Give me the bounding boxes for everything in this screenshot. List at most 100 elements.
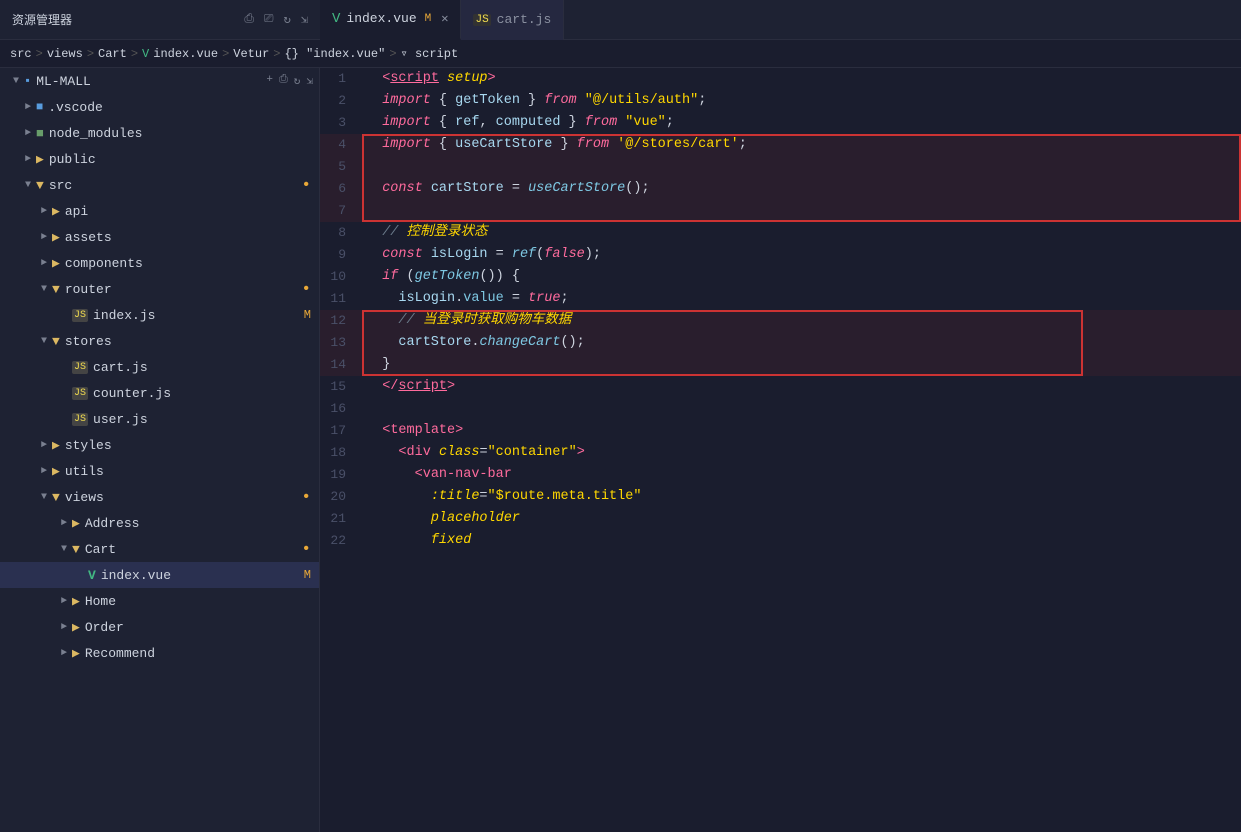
sidebar-root[interactable]: ▼ ▪ ML-MALL + ⎙ ↻ ⇲ [0, 68, 319, 94]
bc-cart[interactable]: Cart [98, 47, 127, 61]
line-code-9: const isLogin = ref(false); [362, 244, 601, 266]
code-line-20: 20 :title="$route.meta.title" [320, 486, 1241, 508]
code-line-8: 8 // 控制登录状态 [320, 222, 1241, 244]
js-icon: JS [72, 413, 88, 426]
line-code-5 [362, 156, 374, 178]
new-file-icon-sm[interactable]: + [266, 74, 273, 88]
sidebar-header-area: 资源管理器 ⎙ ⎚ ↻ ⇲ [0, 11, 320, 28]
tab-cart-js[interactable]: JS cart.js [461, 0, 564, 40]
tab-index-vue[interactable]: V index.vue M ✕ [320, 0, 461, 40]
bc-views[interactable]: views [47, 47, 83, 61]
cart-label: Cart [85, 542, 116, 557]
tab-close-button[interactable]: ✕ [441, 11, 448, 26]
sidebar-item-cart-index[interactable]: ► V index.vue M [0, 562, 319, 588]
sidebar-item-order[interactable]: ► ▶ Order [0, 614, 319, 640]
project-icon: ▪ [24, 74, 31, 88]
sidebar-item-router-index[interactable]: ► JS index.js M [0, 302, 319, 328]
cart-index-label: index.vue [101, 568, 171, 583]
sidebar-item-components[interactable]: ► ▶ components [0, 250, 319, 276]
folder-icon: ▶ [72, 516, 80, 531]
folder-icon: ▶ [72, 646, 80, 661]
folder-icon: ▶ [72, 594, 80, 609]
sidebar-item-vscode[interactable]: ► ■ .vscode [0, 94, 319, 120]
code-line-12: 12 // 当登录时获取购物车数据 [320, 310, 1241, 332]
line-num-19: 19 [320, 464, 362, 486]
chevron-icon: ► [56, 622, 72, 633]
code-line-7: 7 [320, 200, 1241, 222]
sidebar-item-home[interactable]: ► ▶ Home [0, 588, 319, 614]
editor-content: 1 <script setup> 2 import { getToken } f… [320, 68, 1241, 552]
chevron-icon: ► [56, 648, 72, 659]
router-label: router [65, 282, 112, 297]
line-code-21: placeholder [362, 508, 520, 530]
chevron-icon: ► [56, 596, 72, 607]
vue-file-icon: V [88, 568, 96, 583]
folder-icon: ▶ [52, 230, 60, 245]
new-folder-icon-sm[interactable]: ⎙ [279, 74, 288, 88]
chevron-icon: ► [56, 518, 72, 529]
modified-dot: • [301, 540, 311, 558]
sidebar-item-styles[interactable]: ► ▶ styles [0, 432, 319, 458]
bc-vue-icon: V [142, 47, 149, 61]
root-actions: + ⎙ ↻ ⇲ [266, 74, 313, 88]
order-label: Order [85, 620, 124, 635]
code-line-14: 14 } [320, 354, 1241, 376]
line-num-14: 14 [320, 354, 362, 376]
styles-label: styles [65, 438, 112, 453]
stores-cart-label: cart.js [93, 360, 148, 375]
collapse-icon[interactable]: ⇲ [301, 12, 308, 27]
chevron-icon: ► [36, 258, 52, 269]
line-num-2: 2 [320, 90, 362, 112]
sidebar-item-src[interactable]: ▼ ▼ src • [0, 172, 319, 198]
folder-icon: ▶ [72, 620, 80, 635]
modified-dot: • [301, 488, 311, 506]
code-line-11: 11 isLogin.value = true; [320, 288, 1241, 310]
sidebar-item-assets[interactable]: ► ▶ assets [0, 224, 319, 250]
router-index-label: index.js [93, 308, 155, 323]
sidebar-item-router[interactable]: ▼ ▼ router • [0, 276, 319, 302]
public-label: public [49, 152, 96, 167]
bc-src[interactable]: src [10, 47, 32, 61]
sidebar-item-utils[interactable]: ► ▶ utils [0, 458, 319, 484]
new-file-icon[interactable]: ⎙ [244, 12, 254, 27]
code-line-19: 19 <van-nav-bar [320, 464, 1241, 486]
sidebar-item-recommend[interactable]: ► ▶ Recommend [0, 640, 319, 666]
folder-icon: ▶ [52, 438, 60, 453]
sidebar-item-stores[interactable]: ▼ ▼ stores [0, 328, 319, 354]
collapse-all-icon[interactable]: ⇲ [306, 74, 313, 88]
code-line-18: 18 <div class="container"> [320, 442, 1241, 464]
breadcrumb: src > views > Cart > V index.vue > Vetur… [0, 40, 1241, 68]
utils-label: utils [65, 464, 104, 479]
code-line-17: 17 <template> [320, 420, 1241, 442]
sidebar-item-stores-user[interactable]: ► JS user.js [0, 406, 319, 432]
sidebar-item-stores-counter[interactable]: ► JS counter.js [0, 380, 319, 406]
js-file-icon: JS [473, 14, 490, 26]
line-code-3: import { ref, computed } from "vue"; [362, 112, 674, 134]
sidebar-item-cart[interactable]: ▼ ▼ Cart • [0, 536, 319, 562]
bc-script[interactable]: ▿ script [401, 46, 459, 61]
sidebar-item-public[interactable]: ► ▶ public [0, 146, 319, 172]
refresh-icon-sm[interactable]: ↻ [294, 74, 301, 88]
line-num-9: 9 [320, 244, 362, 266]
bc-vetur[interactable]: Vetur [233, 47, 269, 61]
bc-index-vue-2[interactable]: {} "index.vue" [284, 47, 385, 61]
sidebar-item-api[interactable]: ► ▶ api [0, 198, 319, 224]
assets-label: assets [65, 230, 112, 245]
chevron-icon: ► [36, 232, 52, 243]
sidebar-item-views[interactable]: ▼ ▼ views • [0, 484, 319, 510]
line-num-15: 15 [320, 376, 362, 398]
code-editor[interactable]: 1 <script setup> 2 import { getToken } f… [320, 68, 1241, 832]
refresh-icon[interactable]: ↻ [284, 12, 291, 27]
bc-index-vue[interactable]: index.vue [153, 47, 218, 61]
node-modules-label: node_modules [49, 126, 143, 141]
recommend-label: Recommend [85, 646, 155, 661]
sidebar-item-node-modules[interactable]: ► ■ node_modules [0, 120, 319, 146]
code-line-2: 2 import { getToken } from "@/utils/auth… [320, 90, 1241, 112]
explorer-actions[interactable]: ⎙ ⎚ ↻ ⇲ [244, 12, 308, 27]
sidebar-item-stores-cart[interactable]: ► JS cart.js [0, 354, 319, 380]
new-folder-icon[interactable]: ⎚ [264, 12, 274, 27]
vscode-label: .vscode [48, 100, 103, 115]
sidebar-item-address[interactable]: ► ▶ Address [0, 510, 319, 536]
line-num-17: 17 [320, 420, 362, 442]
chevron-icon: ► [20, 154, 36, 165]
